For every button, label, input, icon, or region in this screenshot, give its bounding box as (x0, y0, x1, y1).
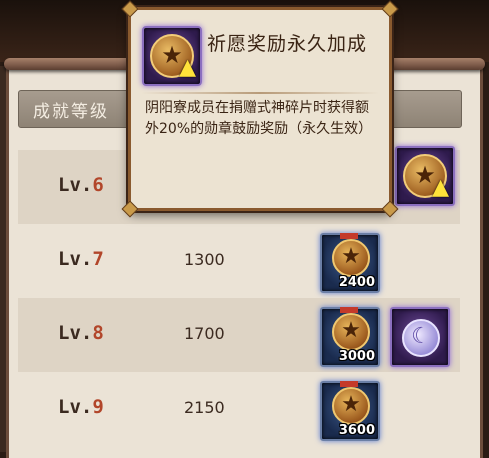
reward-medal[interactable]: ★ 3000 (320, 307, 380, 367)
level-label: Lv.7 (58, 248, 104, 270)
achievement-level-header: 成就等级 (33, 102, 109, 122)
reward-quantity: 2400 (338, 275, 375, 290)
level-label: Lv.8 (58, 322, 104, 344)
medal-icon: ★ (332, 387, 370, 425)
medal-icon: ★ (332, 313, 370, 351)
reward-quantity: 3000 (338, 349, 375, 364)
level-label: Lv.6 (58, 174, 104, 196)
arrow-up-icon: ▲ (179, 55, 196, 80)
table-row: Lv.7 1300 ★ 2400 (18, 224, 460, 298)
table-row: Lv.9 2150 ★ 3600 (18, 372, 460, 446)
reward-quantity: 3600 (338, 423, 375, 438)
reward-medal[interactable]: ★ 3600 (320, 381, 380, 441)
required-amount: 2150 (184, 398, 225, 417)
required-amount: 1300 (184, 250, 225, 269)
moon-token-icon: ☾ (402, 319, 440, 357)
reward-tooltip: ★ ▲ 祈愿奖励永久加成 阴阳寮成员在捐赠式神碎片时获得额外20%的勋章鼓励奖励… (121, 0, 399, 218)
reward-medal[interactable]: ★ 2400 (320, 233, 380, 293)
level-label: Lv.9 (58, 396, 104, 418)
reward-wish-boost[interactable]: ★ ▲ (395, 146, 455, 206)
table-row: Lv.8 1700 ★ 3000 ☾ (18, 298, 460, 372)
required-amount: 1700 (184, 324, 225, 343)
tooltip-title: 祈愿奖励永久加成 (207, 33, 368, 55)
reward-moon-token[interactable]: ☾ (390, 307, 450, 367)
tooltip-divider (141, 92, 379, 94)
arrow-up-icon: ▲ (432, 175, 449, 200)
medal-boost-icon: ★ ▲ (142, 26, 202, 86)
tooltip-description: 阴阳寮成员在捐赠式神碎片时获得额外20%的勋章鼓励奖励（永久生效） (145, 100, 373, 137)
medal-icon: ★ (332, 239, 370, 277)
